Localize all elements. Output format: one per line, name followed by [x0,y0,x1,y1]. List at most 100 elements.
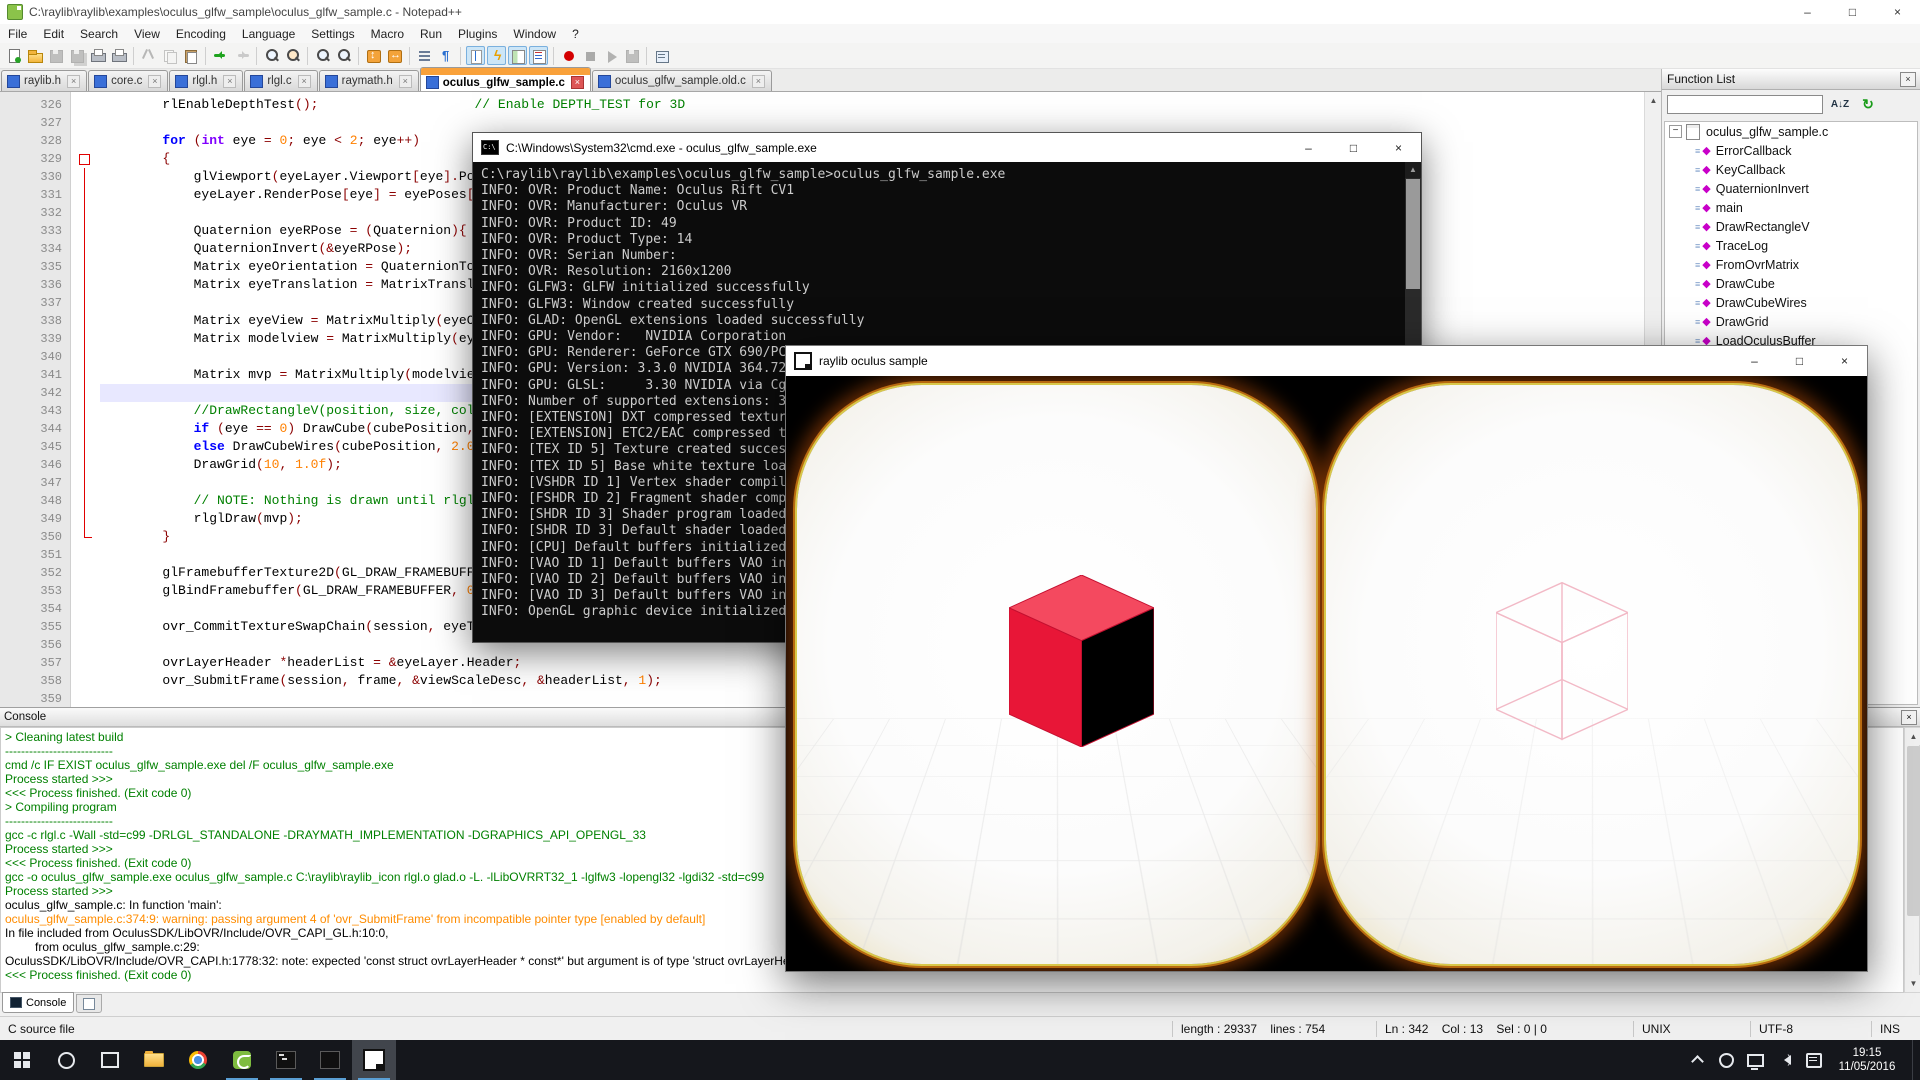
action-center-icon[interactable] [1799,1040,1828,1080]
maximize-icon[interactable]: □ [1331,133,1376,162]
shortcut-mapper-icon[interactable] [487,46,506,65]
save-icon[interactable] [46,46,65,65]
code-text[interactable]: rlEnableDepthTest(); // Enable DEPTH_TES… [100,96,1644,114]
tab-oculus_glfw_sample.c[interactable]: oculus_glfw_sample.c× [420,67,591,91]
copy-icon[interactable] [160,46,179,65]
stop-macro-icon[interactable] [580,46,599,65]
function-item-DrawCubeWires[interactable]: ≡◆DrawCubeWires [1665,293,1917,312]
function-list-header[interactable]: Function List × [1662,69,1920,90]
tab-close-icon[interactable]: × [571,76,584,89]
function-item-main[interactable]: ≡◆main [1665,198,1917,217]
print-icon[interactable] [88,46,107,65]
open-file-icon[interactable] [25,46,44,65]
tab-oculus_glfw_sample.old.c[interactable]: oculus_glfw_sample.old.c× [592,70,772,91]
console-tab[interactable]: Console [2,992,74,1013]
menu-help[interactable]: ? [564,24,587,43]
code-text[interactable] [100,114,1644,132]
word-wrap-icon[interactable] [415,46,434,65]
zoom-in-icon[interactable] [313,46,332,65]
sync-horizontal-icon[interactable] [385,46,404,65]
sort-icon[interactable]: A↓Z [1829,94,1851,115]
defender-icon[interactable] [1712,1040,1741,1080]
minimize-icon[interactable]: – [1286,133,1331,162]
find-icon[interactable] [262,46,281,65]
menu-encoding[interactable]: Encoding [168,24,234,43]
refresh-icon[interactable]: ↻ [1857,94,1879,115]
search-button[interactable] [44,1040,88,1080]
function-item-ErrorCallback[interactable]: ≡◆ErrorCallback [1665,141,1917,160]
fold-collapse-icon[interactable]: − [70,150,100,168]
cmd-titlebar[interactable]: C:\ C:\Windows\System32\cmd.exe - oculus… [473,133,1421,162]
tab-close-icon[interactable]: × [223,75,236,88]
chrome-icon[interactable] [176,1040,220,1080]
status-encoding[interactable]: UTF-8 [1750,1021,1871,1037]
save-macro-icon[interactable] [622,46,641,65]
status-eol-format[interactable]: UNIX [1633,1021,1750,1037]
menu-edit[interactable]: Edit [35,24,72,43]
tab-close-icon[interactable]: × [67,75,80,88]
status-cursor-position[interactable]: Ln : 342 Col : 13 Sel : 0 | 0 [1376,1021,1633,1037]
volume-icon[interactable] [1770,1040,1799,1080]
menu-search[interactable]: Search [72,24,126,43]
status-insert-mode[interactable]: INS [1871,1021,1920,1037]
record-macro-icon[interactable] [559,46,578,65]
menu-run[interactable]: Run [412,24,450,43]
notepadpp-titlebar[interactable]: C:\raylib\raylib\examples\oculus_glfw_sa… [0,0,1920,25]
tab-rlgl.h[interactable]: rlgl.h× [169,70,243,91]
tab-close-icon[interactable]: × [752,75,765,88]
tab-raymath.h[interactable]: raymath.h× [319,70,419,91]
paste-icon[interactable] [181,46,200,65]
chevron-up-icon[interactable] [1683,1040,1712,1080]
taskbar-clock[interactable]: 19:15 11/05/2016 [1828,1046,1912,1074]
maximize-icon[interactable]: □ [1777,346,1822,376]
function-item-DrawGrid[interactable]: ≡◆DrawGrid [1665,312,1917,331]
console-vscrollbar[interactable]: ▲ ▼ [1904,727,1920,993]
tab-close-icon[interactable]: × [148,75,161,88]
monitoring-icon[interactable] [652,46,671,65]
cut-icon[interactable] [139,46,158,65]
function-list-icon[interactable] [529,46,548,65]
scroll-up-icon[interactable]: ▲ [1405,162,1421,178]
start-button[interactable] [0,1040,44,1080]
collapse-icon[interactable]: − [1669,125,1682,138]
document-map-icon[interactable] [508,46,527,65]
menu-language[interactable]: Language [234,24,303,43]
notepadpp-taskbar-icon[interactable] [220,1040,264,1080]
menu-window[interactable]: Window [505,24,564,43]
secondary-panel-tab[interactable] [76,994,102,1013]
redo-icon[interactable] [232,46,251,65]
sync-vertical-icon[interactable] [364,46,383,65]
function-item-TraceLog[interactable]: ≡◆TraceLog [1665,236,1917,255]
minimize-icon[interactable]: – [1732,346,1777,376]
scroll-up-icon[interactable]: ▲ [1905,728,1920,745]
menu-file[interactable]: File [0,24,35,43]
print-now-icon[interactable] [109,46,128,65]
undo-icon[interactable] [211,46,230,65]
tab-close-icon[interactable]: × [399,75,412,88]
play-macro-icon[interactable] [601,46,620,65]
cmd-taskbar-icon[interactable] [264,1040,308,1080]
tab-core.c[interactable]: core.c× [88,70,168,91]
function-list-root[interactable]: − oculus_glfw_sample.c [1665,122,1917,141]
close-icon[interactable]: × [1376,133,1421,162]
new-file-icon[interactable] [4,46,23,65]
file-explorer-icon[interactable] [132,1040,176,1080]
menu-plugins[interactable]: Plugins [450,24,505,43]
menu-macro[interactable]: Macro [363,24,412,43]
menu-settings[interactable]: Settings [303,24,362,43]
app-window-icon[interactable] [308,1040,352,1080]
function-item-FromOvrMatrix[interactable]: ≡◆FromOvrMatrix [1665,255,1917,274]
scroll-thumb[interactable] [1907,746,1920,916]
scroll-up-icon[interactable]: ▲ [1645,92,1662,109]
function-list-search-input[interactable] [1667,95,1823,114]
console-close-icon[interactable]: × [1901,710,1917,725]
function-item-QuaternionInvert[interactable]: ≡◆QuaternionInvert [1665,179,1917,198]
tab-raylib.h[interactable]: raylib.h× [1,70,87,91]
task-view-button[interactable] [88,1040,132,1080]
zoom-out-icon[interactable] [334,46,353,65]
scroll-thumb[interactable] [1406,179,1420,289]
function-list-close-icon[interactable]: × [1900,72,1916,87]
save-all-icon[interactable] [67,46,86,65]
close-icon[interactable]: × [1822,346,1867,376]
menu-view[interactable]: View [126,24,168,43]
